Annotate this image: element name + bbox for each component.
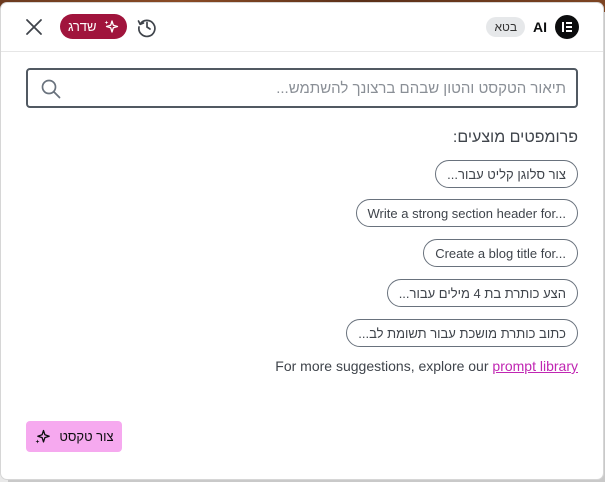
more-suggestions-text: For more suggestions, explore our (275, 358, 493, 374)
upgrade-label: שדרג (68, 19, 97, 34)
beta-badge: בטא (486, 17, 525, 37)
brand-group: AI בטא (486, 15, 579, 39)
prompt-library-link[interactable]: prompt library (492, 358, 578, 374)
generate-label: צור טקסט (59, 429, 114, 444)
suggestion-chip[interactable]: Write a strong section header for... (355, 199, 578, 227)
upgrade-button[interactable]: שדרג (60, 14, 127, 39)
suggestion-chip[interactable]: צור סלוגן קליט עבור... (435, 160, 578, 188)
ai-text-dialog: שדרג AI בטא פרומפטים מ (1, 3, 603, 479)
suggestion-chip[interactable]: הצע כותרת בת 4 מילים עבור... (386, 279, 578, 307)
brand-label: AI (533, 19, 547, 35)
suggested-prompts-title: פרומפטים מוצעים: (452, 129, 578, 146)
suggestion-chip[interactable]: Create a blog title for... (423, 239, 578, 267)
close-icon[interactable] (23, 16, 45, 38)
dialog-header: שדרג AI בטא (1, 3, 603, 52)
suggestion-chip[interactable]: כתוב כותרת מושכת עבור תשומת לב... (346, 319, 578, 347)
prompt-search-field[interactable] (26, 68, 578, 108)
more-suggestions-line: For more suggestions, explore our prompt… (275, 358, 578, 374)
history-icon[interactable] (136, 16, 158, 38)
prompt-input[interactable] (68, 70, 566, 106)
sparkle-icon (35, 429, 51, 444)
elementor-logo-icon (555, 15, 579, 39)
search-icon (41, 79, 61, 99)
generate-text-button[interactable]: צור טקסט (26, 421, 122, 452)
sparkle-icon (104, 19, 118, 33)
